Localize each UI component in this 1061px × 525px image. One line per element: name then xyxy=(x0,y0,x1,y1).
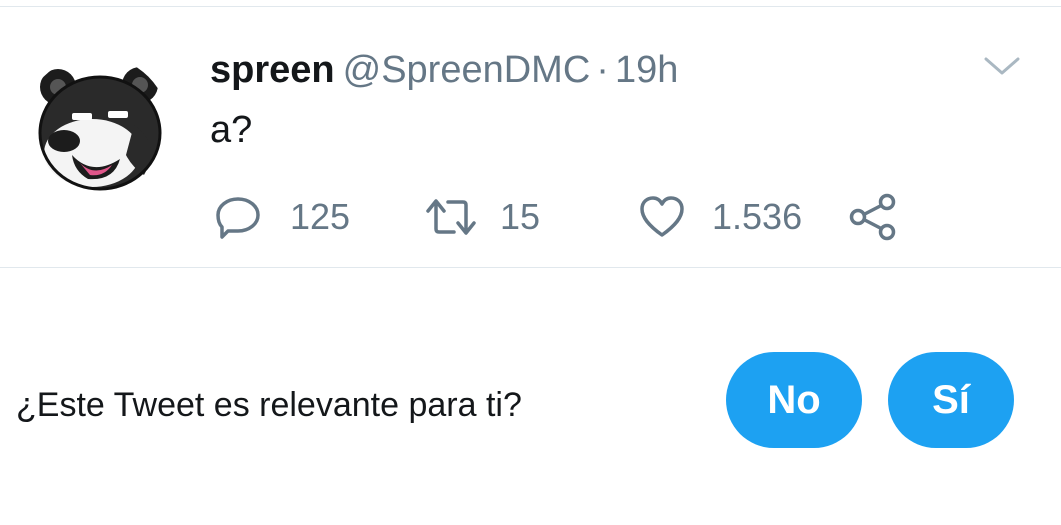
reply-icon xyxy=(216,197,260,239)
retweet-icon xyxy=(426,199,476,235)
user-handle[interactable]: @SpreenDMC xyxy=(343,49,591,91)
retweet-count: 15 xyxy=(500,196,541,237)
retweet-button[interactable]: 15 xyxy=(424,187,540,247)
like-button[interactable]: 1.536 xyxy=(638,187,802,247)
like-count: 1.536 xyxy=(712,196,803,237)
relevance-question: ¿Este Tweet es relevante para ti? xyxy=(16,386,522,424)
display-name[interactable]: spreen xyxy=(210,49,335,91)
share-button[interactable] xyxy=(848,187,898,247)
share-icon xyxy=(849,193,896,241)
tweet-card[interactable]: spreen @SpreenDMC · 19h a? 125 15 1.536 xyxy=(0,7,1061,267)
separator-dot: · xyxy=(596,49,609,91)
tweet-header: spreen @SpreenDMC · 19h xyxy=(210,45,678,95)
chevron-down-icon xyxy=(984,57,1020,75)
tweet-menu-button[interactable] xyxy=(980,51,1024,81)
avatar[interactable] xyxy=(22,55,170,203)
reply-count: 125 xyxy=(290,196,351,237)
tweet-divider xyxy=(0,267,1061,268)
no-button[interactable]: No xyxy=(726,352,862,448)
reply-button[interactable]: 125 xyxy=(214,187,350,247)
timestamp[interactable]: 19h xyxy=(615,49,678,91)
heart-icon xyxy=(640,196,684,237)
yes-button[interactable]: Sí xyxy=(888,352,1014,448)
tweet-actions: 125 15 1.536 xyxy=(0,187,1061,247)
tweet-text: a? xyxy=(210,109,253,151)
panda-bear-avatar xyxy=(22,55,170,203)
